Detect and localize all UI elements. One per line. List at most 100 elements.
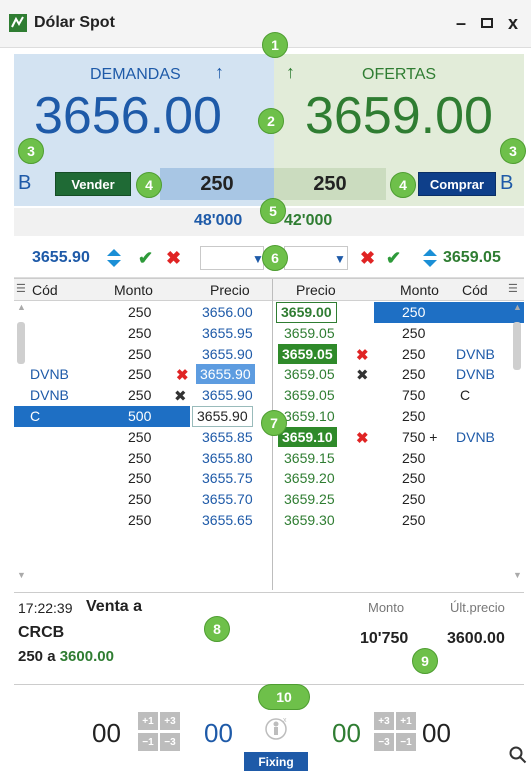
- decrement-1-button[interactable]: −1: [138, 733, 158, 751]
- callout-marker: 4: [136, 172, 162, 198]
- spinner-icon[interactable]: [106, 248, 122, 268]
- scrollbar-left[interactable]: ▲ ▼: [16, 300, 26, 584]
- trade-detail: 250 a 3600.00: [18, 648, 114, 665]
- trade-counterparty: CRCB: [18, 624, 65, 641]
- bid-price: 3655.90: [196, 364, 255, 385]
- ask-amount: 250: [402, 470, 426, 487]
- increment-1-button[interactable]: +1: [138, 712, 158, 730]
- cancel-icon[interactable]: ✖: [174, 387, 187, 405]
- column-menu-icon[interactable]: ☰: [16, 282, 26, 295]
- decrement-1-button[interactable]: −1: [396, 733, 416, 751]
- col-amount[interactable]: Monto: [400, 282, 439, 298]
- callout-marker: 5: [260, 198, 286, 224]
- bid-code: DVNB: [30, 387, 69, 404]
- trade-time: 17:22:39: [18, 600, 73, 616]
- monto-label: Monto: [368, 600, 405, 615]
- ask-price: 3659.10: [278, 426, 337, 447]
- confirm-icon[interactable]: ✔: [138, 248, 153, 269]
- cancel-icon[interactable]: ✖: [356, 429, 369, 447]
- ask-header: OFERTAS: [362, 66, 437, 83]
- bid-price: 3655.90: [202, 345, 253, 362]
- book-row[interactable]: 250 3655.80 3659.15 250: [14, 448, 524, 469]
- buy-button[interactable]: Comprar: [418, 172, 496, 196]
- cancel-icon[interactable]: ✖: [176, 366, 189, 384]
- cancel-icon[interactable]: ✖: [166, 248, 181, 269]
- bid-price: 3655.80: [202, 449, 253, 466]
- ask-price: 3659.15: [284, 449, 335, 466]
- maximize-icon: [481, 18, 493, 28]
- bid-amount: 250: [128, 324, 152, 341]
- ask-price: 3659.00: [276, 302, 337, 323]
- bid-best-price: 3655.90: [32, 249, 90, 266]
- book-row[interactable]: 250 3655.70 3659.25 250: [14, 489, 524, 510]
- fixing-person-icon[interactable]: x: [265, 716, 289, 742]
- ask-amount: 250: [402, 366, 426, 383]
- ask-price: 3659.05: [284, 387, 335, 404]
- ask-amount: 250: [402, 512, 426, 528]
- increment-3-button[interactable]: +3: [374, 712, 394, 730]
- book-row[interactable]: DVNB 250 3655.90 ✖ 3659.05 ✖ 250 DVNB: [14, 364, 524, 385]
- trade-side: Venta a: [86, 598, 143, 615]
- ask-price: 3659.20: [284, 470, 335, 487]
- book-row[interactable]: 250 3655.90 3659.05 ✖ 250 DVNB: [14, 343, 524, 365]
- book-row[interactable]: 250 3655.65 3659.30 250: [14, 510, 524, 531]
- increment-3-button[interactable]: +3: [160, 712, 180, 730]
- book-row[interactable]: DVNB 250 3655.90 ✖ 3659.05 750 C: [14, 385, 524, 406]
- svg-text:x: x: [283, 717, 287, 724]
- search-icon[interactable]: [509, 746, 527, 764]
- increment-1-button[interactable]: +1: [396, 712, 416, 730]
- ask-price[interactable]: 3659.00: [305, 86, 493, 146]
- callout-marker: 4: [390, 172, 416, 198]
- bid-price: 3655.70: [202, 491, 253, 508]
- fixing-right-value: 00: [422, 718, 451, 748]
- fixing-ask-value: 00: [332, 718, 361, 748]
- col-price[interactable]: Precio: [296, 282, 336, 298]
- bid-price[interactable]: 3656.00: [34, 86, 222, 146]
- decrement-3-button[interactable]: −3: [374, 733, 394, 751]
- ask-amount: 250: [402, 345, 426, 362]
- callout-marker: 10: [258, 684, 310, 710]
- cancel-icon[interactable]: ✖: [356, 366, 369, 384]
- ask-amount: 250: [402, 408, 426, 424]
- last-price-value: 3600.00: [447, 630, 505, 647]
- trade-price: 3600.00: [59, 648, 114, 665]
- book-row[interactable]: 250 3655.75 3659.20 250: [14, 468, 524, 489]
- bid-amount: 500: [128, 408, 152, 424]
- scrollbar-right[interactable]: ▲ ▼: [512, 300, 522, 584]
- ask-code: DVNB: [456, 366, 495, 383]
- minimize-button[interactable]: –: [448, 8, 474, 38]
- cancel-icon[interactable]: ✖: [360, 248, 375, 269]
- ask-quantity-field[interactable]: 250: [274, 168, 386, 200]
- book-row[interactable]: 250 3655.95 3659.05 250: [14, 323, 524, 344]
- ask-price: 3659.25: [284, 491, 335, 508]
- confirm-icon[interactable]: ✔: [386, 248, 401, 269]
- bid-price: 3655.95: [202, 324, 253, 341]
- bid-code: C: [30, 408, 41, 424]
- decrement-3-button[interactable]: −3: [160, 733, 180, 751]
- cancel-icon[interactable]: ✖: [356, 346, 369, 364]
- spinner-icon[interactable]: [422, 248, 438, 268]
- dropdown-icon[interactable]: ▼: [334, 252, 346, 266]
- col-price[interactable]: Precio: [210, 282, 250, 298]
- book-row[interactable]: 250 3656.00 3659.00 250: [14, 302, 524, 323]
- col-code[interactable]: Cód: [32, 282, 58, 298]
- bid-header: DEMANDAS: [90, 66, 181, 83]
- col-code[interactable]: Cód: [462, 282, 488, 298]
- close-button[interactable]: x: [500, 8, 526, 38]
- ask-amount: 250: [402, 449, 426, 466]
- book-header: ☰ Cód Monto Precio Precio Monto Cód ☰: [14, 279, 524, 301]
- fixing-button[interactable]: Fixing: [244, 752, 308, 771]
- col-amount[interactable]: Monto: [114, 282, 153, 298]
- ask-code: DVNB: [456, 428, 495, 445]
- arrow-up-icon: ↑: [215, 62, 224, 82]
- fixing-left-value: 00: [92, 718, 121, 748]
- bid-broker-flag: B: [18, 172, 32, 194]
- column-menu-icon[interactable]: ☰: [508, 282, 518, 295]
- app-logo-icon: [9, 14, 27, 32]
- sell-button[interactable]: Vender: [55, 172, 131, 196]
- ask-amount: 750: [402, 387, 426, 404]
- fixing-bid-value: 00: [204, 718, 233, 748]
- bid-quantity-field[interactable]: 250: [160, 168, 274, 200]
- maximize-button[interactable]: [474, 8, 500, 38]
- ask-amount: 250: [402, 304, 426, 320]
